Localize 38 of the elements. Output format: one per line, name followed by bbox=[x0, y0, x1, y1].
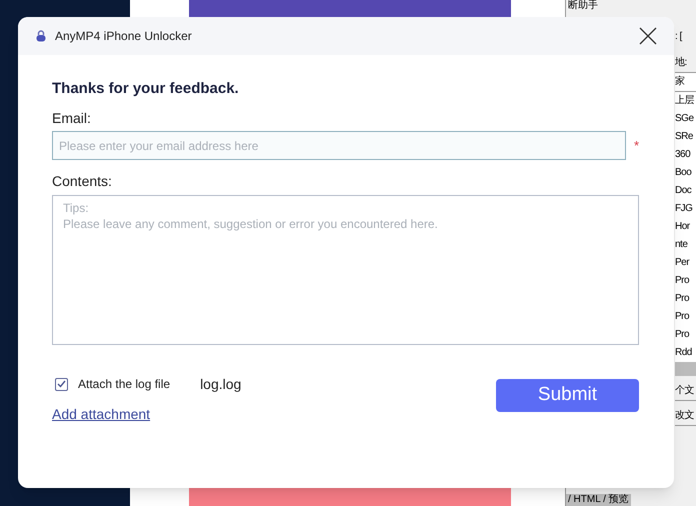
list-item: Rdd bbox=[675, 344, 696, 362]
close-button[interactable] bbox=[638, 26, 658, 46]
column-header: 家 bbox=[675, 72, 696, 92]
list-item: 360 bbox=[675, 146, 696, 164]
list-item: 个文 bbox=[675, 382, 696, 401]
window-title: AnyMP4 iPhone Unlocker bbox=[55, 28, 192, 45]
list-item: 改文 bbox=[675, 407, 696, 426]
file-name: log.log bbox=[200, 374, 242, 394]
list-item: SGe bbox=[675, 110, 696, 128]
window-tab[interactable]: 断助手 bbox=[568, 0, 598, 12]
list-item: Pro bbox=[675, 290, 696, 308]
list-item: SRe bbox=[675, 128, 696, 146]
list-item: Doc bbox=[675, 182, 696, 200]
sheet-tabs[interactable]: / HTML / 预览 bbox=[566, 494, 631, 506]
email-field[interactable]: Please enter your email address here bbox=[52, 131, 626, 160]
field-label: Contents: bbox=[52, 172, 113, 190]
field-label: : [ bbox=[675, 30, 684, 44]
field-label: 地: bbox=[675, 56, 688, 70]
list-item: nte bbox=[675, 236, 696, 254]
field-label: Email: bbox=[52, 109, 92, 127]
close-icon bbox=[639, 27, 657, 45]
required-mark: * bbox=[634, 136, 639, 155]
contents-field[interactable]: Tips: Please leave any comment, suggestion or error you encountered here. bbox=[52, 195, 639, 345]
log-checkbox[interactable] bbox=[55, 378, 68, 390]
list-item: Boo bbox=[675, 164, 696, 182]
list-item: FJG bbox=[675, 200, 696, 218]
checkbox-label: Attach the log file bbox=[78, 376, 170, 393]
heading: Thanks for your feedback. bbox=[52, 79, 240, 99]
add-attachment-link[interactable]: Add attachment bbox=[52, 404, 150, 425]
list-item: Pro bbox=[675, 308, 696, 326]
list-item: Pro bbox=[675, 272, 696, 290]
list-item: 上层 bbox=[675, 92, 696, 110]
list-item: Per bbox=[675, 254, 696, 272]
submit-button[interactable]: Submit bbox=[496, 379, 639, 412]
lock-icon bbox=[36, 30, 46, 42]
list-item: Hor bbox=[675, 218, 696, 236]
list-item: Pro bbox=[675, 326, 696, 344]
scroll-bar[interactable] bbox=[675, 362, 696, 376]
